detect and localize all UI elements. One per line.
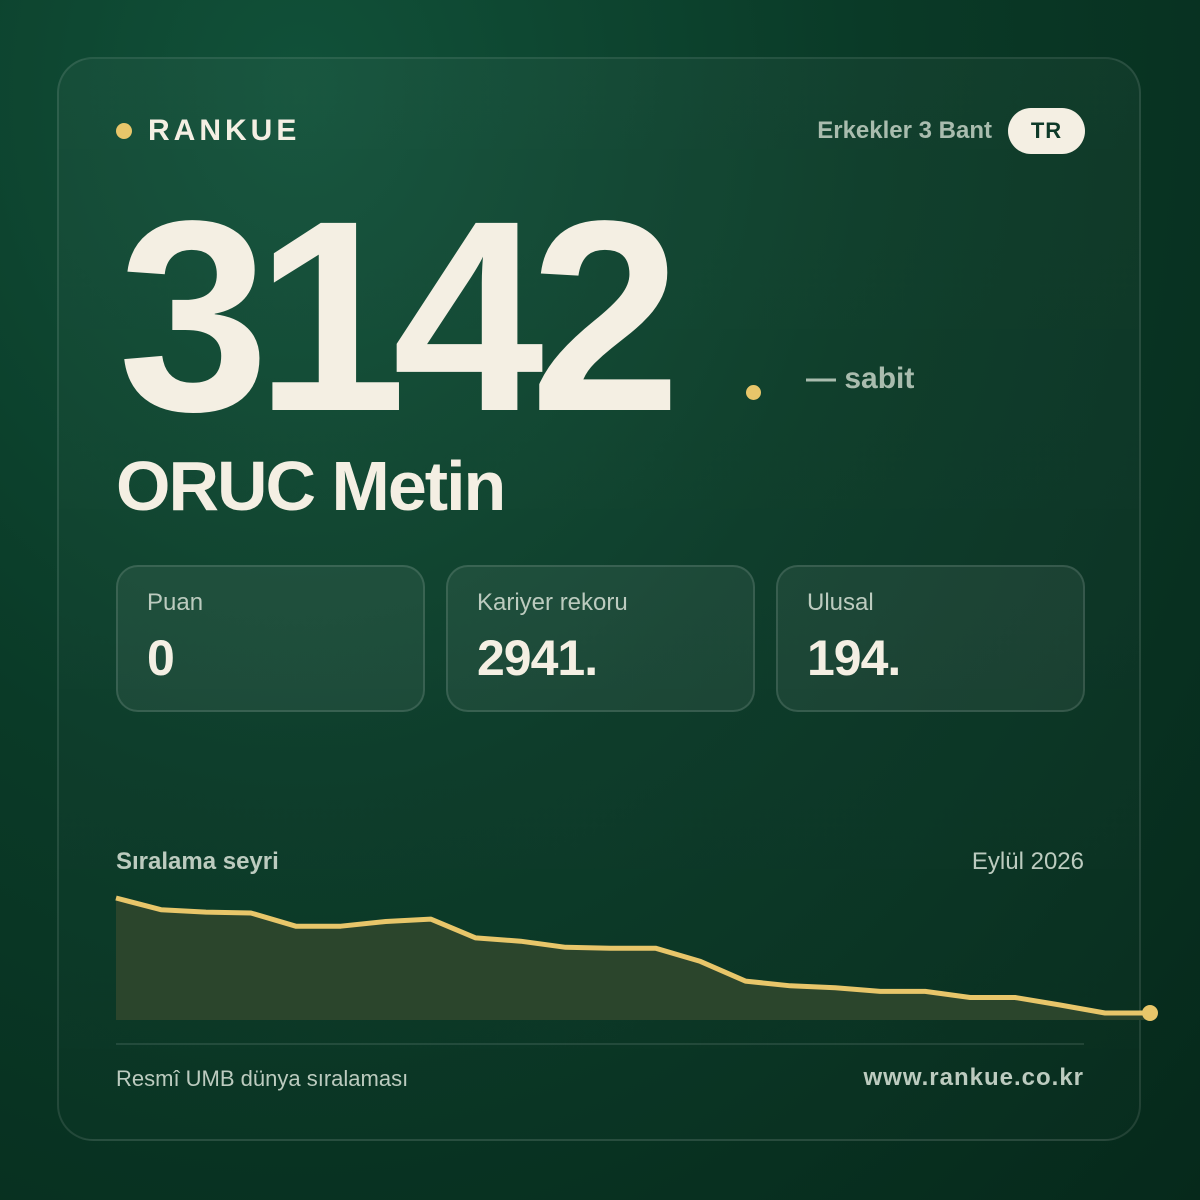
footer-url[interactable]: www.rankue.co.kr	[863, 1064, 1084, 1092]
chart-title: Sıralama seyri	[116, 848, 279, 875]
stat-label: Ulusal	[807, 589, 874, 616]
player-name: ORUC Metin	[116, 447, 506, 525]
stat-label: Puan	[147, 589, 204, 616]
world-rank: 3142	[118, 164, 681, 468]
stat-card-national: Ulusal 194.	[776, 565, 1085, 712]
stat-value: 0	[147, 630, 175, 686]
stat-label: Kariyer rekoru	[477, 589, 628, 616]
stat-value: 2941.	[477, 630, 598, 686]
brand-name: RANKUE	[148, 114, 301, 147]
rank-trend: — sabit	[806, 362, 915, 395]
chart-date: Eylül 2026	[971, 848, 1084, 875]
category-label: Erkekler 3 Bant	[817, 117, 992, 144]
country-badge: TR	[1008, 108, 1085, 154]
footer-source: Resmî UMB dünya sıralaması	[116, 1066, 409, 1091]
rank-dot-icon	[746, 385, 761, 400]
brand-dot-icon	[116, 123, 132, 139]
stat-card-career-best: Kariyer rekoru 2941.	[446, 565, 755, 712]
brand: RANKUE	[116, 112, 300, 150]
stat-value: 194.	[807, 630, 901, 686]
stat-card-points: Puan 0	[116, 565, 425, 712]
footer-divider	[116, 1043, 1084, 1045]
chart-current-point	[1142, 1005, 1158, 1021]
